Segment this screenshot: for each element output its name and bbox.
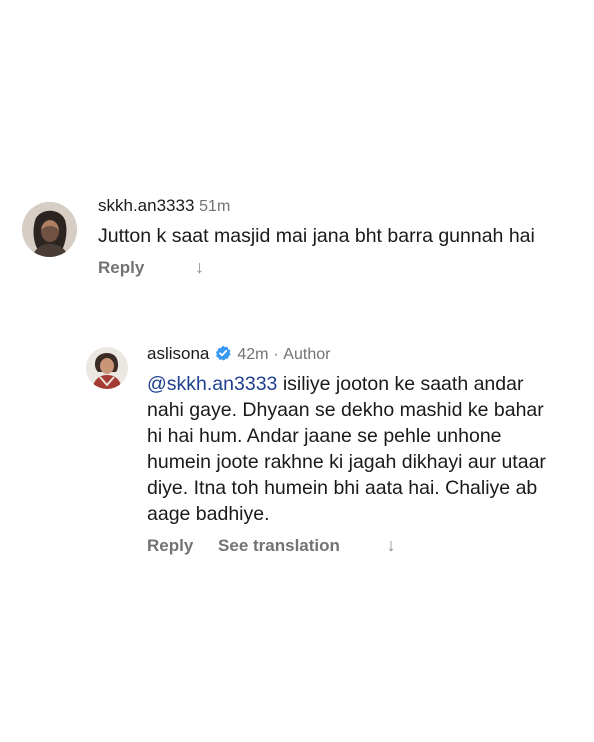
avatar-photo-icon [22, 202, 77, 257]
author-label: Author [283, 346, 331, 363]
reply-button[interactable]: Reply [98, 258, 144, 278]
comment-username[interactable]: skkh.an3333 [98, 196, 194, 215]
comment-text: @skkh.an3333 isiliye jooton ke saath and… [147, 371, 547, 527]
comment-text-body: isiliye jooton ke saath andar nahi gaye.… [147, 373, 546, 525]
avatar-photo-icon [86, 347, 128, 389]
comment-username[interactable]: aslisona [147, 344, 209, 363]
comment-timestamp: 51m [199, 198, 231, 215]
comment-timestamp: 42m [237, 346, 269, 363]
avatar[interactable] [22, 202, 77, 257]
mention-link[interactable]: @skkh.an3333 [147, 373, 277, 395]
reply-button[interactable]: Reply [147, 536, 193, 556]
meta-separator: · [273, 346, 279, 363]
down-arrow-icon[interactable]: ↓ [387, 535, 396, 556]
verified-badge-icon [216, 345, 231, 361]
comment-text: Jutton k saat masjid mai jana bht barra … [98, 225, 535, 247]
down-arrow-icon[interactable]: ↓ [195, 257, 204, 278]
avatar[interactable] [86, 347, 128, 389]
see-translation-button[interactable]: See translation [218, 536, 340, 556]
